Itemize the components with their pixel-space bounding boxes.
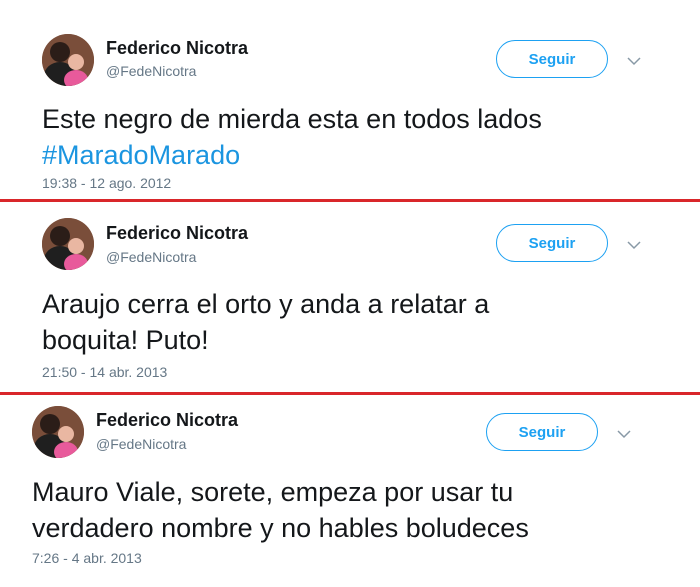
author-handle[interactable]: @FedeNicotra: [106, 63, 196, 79]
tweet-text-line: Araujo cerra el orto y anda a relatar a: [42, 289, 490, 319]
tweet-1: Federico Nicotra @FedeNicotra Seguir Est…: [0, 0, 700, 200]
tweet-text-line: Mauro Viale, sorete, empeza por usar tu: [32, 477, 514, 507]
tweet-timestamp[interactable]: 7:26 - 4 abr. 2013: [32, 550, 142, 566]
avatar[interactable]: [32, 406, 84, 458]
author-name[interactable]: Federico Nicotra: [106, 223, 248, 244]
tweet-text-line: verdadero nombre y no hables boludeces: [32, 513, 529, 543]
chevron-down-icon[interactable]: [627, 240, 641, 250]
author-handle[interactable]: @FedeNicotra: [106, 249, 196, 265]
hashtag-link[interactable]: #MaradoMarado: [42, 137, 682, 173]
tweet-text: Araujo cerra el orto y anda a relatar a …: [42, 286, 682, 358]
chevron-down-icon[interactable]: [627, 56, 641, 66]
tweet-timestamp[interactable]: 21:50 - 14 abr. 2013: [42, 364, 167, 380]
tweet-timestamp[interactable]: 19:38 - 12 ago. 2012: [42, 175, 171, 191]
profile-photo-icon: [32, 406, 84, 458]
profile-photo-icon: [42, 218, 94, 270]
follow-button[interactable]: Seguir: [496, 224, 608, 262]
tweet-text: Este negro de mierda esta en todos lados…: [42, 101, 682, 173]
tweet-text: Mauro Viale, sorete, empeza por usar tu …: [32, 474, 672, 546]
author-handle[interactable]: @FedeNicotra: [96, 436, 186, 452]
author-name[interactable]: Federico Nicotra: [96, 410, 238, 431]
tweet-text-line: Este negro de mierda esta en todos lados: [42, 104, 542, 134]
avatar[interactable]: [42, 218, 94, 270]
tweet-3: Federico Nicotra @FedeNicotra Seguir Mau…: [0, 395, 700, 587]
follow-button[interactable]: Seguir: [496, 40, 608, 78]
tweet-2: Federico Nicotra @FedeNicotra Seguir Ara…: [0, 202, 700, 392]
author-name[interactable]: Federico Nicotra: [106, 38, 248, 59]
profile-photo-icon: [42, 34, 94, 86]
chevron-down-icon[interactable]: [617, 429, 631, 439]
avatar[interactable]: [42, 34, 94, 86]
tweet-text-line: boquita! Puto!: [42, 325, 209, 355]
follow-button[interactable]: Seguir: [486, 413, 598, 451]
